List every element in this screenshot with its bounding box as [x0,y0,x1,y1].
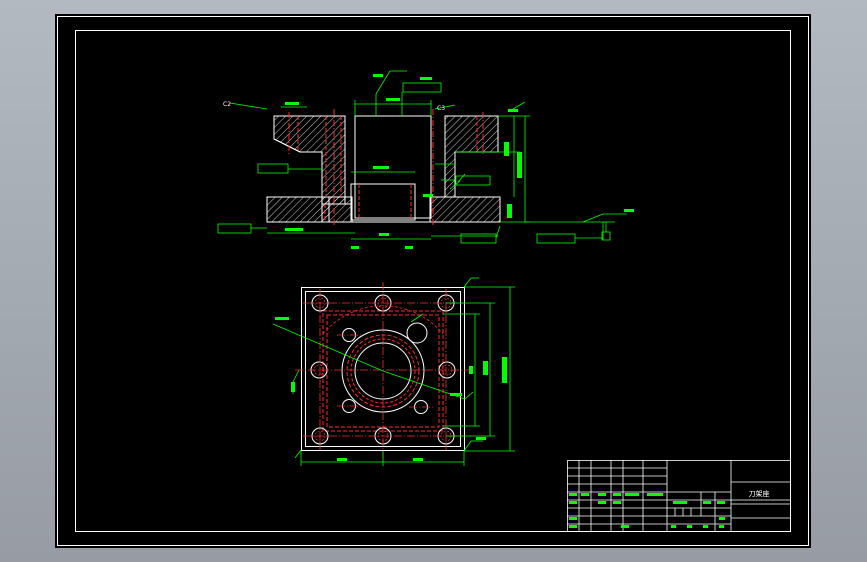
chamfer-label-left: C2 [223,101,231,108]
technical-drawing: C2 C3 刀架座 [57,16,809,546]
inner-frame [75,30,791,532]
outer-frame [57,16,809,546]
hatch-left-base [266,196,330,223]
plan-dimension-text [275,317,507,461]
lower-recess [350,183,416,221]
hatch-right-base [429,196,501,223]
title-block-text-marks [569,493,725,528]
plan-view [272,277,515,466]
cad-viewport[interactable]: C2 C3 刀架座 [55,14,811,548]
drawing-name: 刀架座 [749,489,770,498]
central-bore [354,115,432,219]
hatch-left-base-2 [321,196,353,223]
bolt-holes-outer [310,294,456,445]
section-view: C2 C3 [217,70,634,249]
chamfer-label-right: C3 [437,105,445,112]
